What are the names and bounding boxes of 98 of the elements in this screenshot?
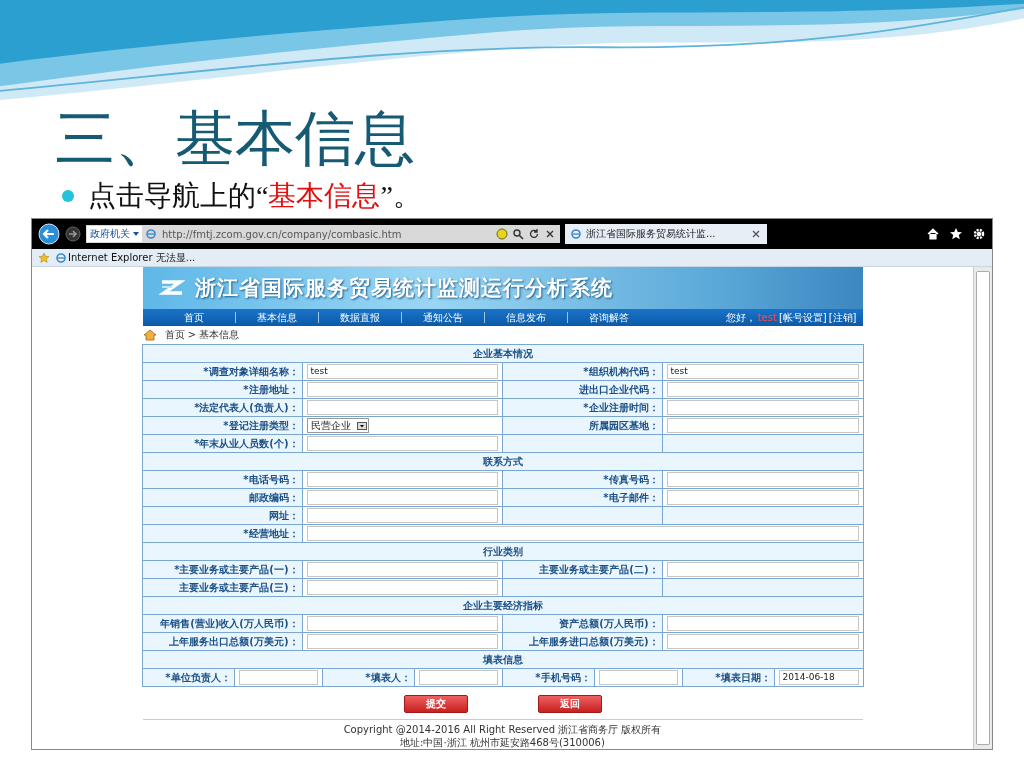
field-label: 进出口企业代码： xyxy=(502,381,663,398)
section-heading: 填表信息 xyxy=(142,651,863,669)
form-button[interactable]: 返回 xyxy=(537,695,602,713)
caret-icon xyxy=(133,232,139,236)
field-label: *手机号码： xyxy=(502,669,595,686)
input-field[interactable] xyxy=(306,634,498,649)
input-field[interactable] xyxy=(306,616,498,631)
field-label: 主要业务或主要产品(二)： xyxy=(502,561,663,578)
site-title: 浙江省国际服务贸易统计监测运行分析系统 xyxy=(194,275,613,302)
slide-title: 三、基本信息 xyxy=(54,102,415,175)
circle-icon[interactable] xyxy=(496,228,508,240)
breadcrumb: 首页 > 基本信息 xyxy=(164,328,240,342)
input-field[interactable] xyxy=(306,526,859,541)
input-field[interactable] xyxy=(666,382,859,397)
input-field[interactable] xyxy=(598,670,678,685)
field-label: *注册地址： xyxy=(142,381,303,398)
section-heading: 联系方式 xyxy=(142,453,863,471)
input-field[interactable]: test xyxy=(666,364,859,379)
refresh-icon[interactable] xyxy=(528,228,540,240)
field-label: *企业注册时间： xyxy=(502,399,663,416)
input-field[interactable] xyxy=(238,670,318,685)
nav-item[interactable]: 咨询解答 xyxy=(567,310,650,325)
browser-tab[interactable]: 浙江省国际服务贸易统计监... xyxy=(565,224,767,244)
field-label: *电子邮件： xyxy=(502,489,663,506)
e-icon xyxy=(146,229,156,239)
field-label: *主要业务或主要产品(一)： xyxy=(142,561,303,578)
nav-item[interactable]: 信息发布 xyxy=(484,310,567,325)
form-button[interactable]: 提交 xyxy=(403,695,468,713)
field-label: 上年服务出口总额(万美元)： xyxy=(142,633,303,650)
account-settings-link[interactable]: [帐号设置] xyxy=(778,310,827,325)
input-field[interactable]: 2014-06-18 xyxy=(778,670,859,685)
nav-item[interactable]: 数据直报 xyxy=(318,310,401,325)
username-text: test xyxy=(757,312,777,323)
field-label: *登记注册类型： xyxy=(142,417,303,434)
field-label: *年末从业人员数(个)： xyxy=(142,435,303,452)
field-label: 资产总额(万人民币)： xyxy=(502,615,663,632)
footer-text: Copyright @2014-2016 All Right Reserved 浙江省商务厅 版权所有 xyxy=(343,723,662,736)
caret-icon xyxy=(356,421,367,430)
input-field[interactable] xyxy=(666,634,859,649)
field-label: *电话号码： xyxy=(142,471,303,488)
close-icon[interactable] xyxy=(751,229,761,239)
field-label: *调查对象详细名称： xyxy=(142,363,303,380)
field-label: *经营地址： xyxy=(142,525,303,542)
bullet-icon xyxy=(62,190,74,202)
nav-item[interactable]: 基本信息 xyxy=(235,310,318,325)
url-text: http://fmtj.zcom.gov.cn/company/combasic.htm xyxy=(162,228,403,240)
star-icon[interactable] xyxy=(38,251,52,264)
input-field[interactable] xyxy=(666,562,859,577)
home-icon[interactable] xyxy=(926,227,940,241)
section-heading: 企业基本情况 xyxy=(142,345,863,363)
field-label: *填表日期： xyxy=(682,669,775,686)
house-icon xyxy=(142,329,157,341)
search-icon[interactable] xyxy=(512,228,524,240)
field-label: *单位负责人： xyxy=(142,669,235,686)
dropdown[interactable]: 民营企业 xyxy=(306,418,369,433)
field-label: *传真号码： xyxy=(502,471,663,488)
field-label: 年销售(营业)收入(万人民币)： xyxy=(142,615,303,632)
input-field[interactable] xyxy=(418,670,498,685)
field-label: *组织机构代码： xyxy=(502,363,663,380)
input-field[interactable] xyxy=(306,562,498,577)
field-label: 邮政编码： xyxy=(142,489,303,506)
address-scope-dropdown[interactable]: 政府机关 xyxy=(87,226,142,242)
field-label: 网址： xyxy=(142,507,303,524)
input-field[interactable]: test xyxy=(306,364,498,379)
input-field[interactable] xyxy=(666,472,859,487)
input-field[interactable] xyxy=(306,436,498,451)
settings-icon[interactable] xyxy=(972,227,986,241)
greeting-text: 您好， xyxy=(725,310,756,325)
scrollbar[interactable] xyxy=(973,267,992,749)
favorite-link[interactable]: Internet Explorer 无法显... xyxy=(56,250,196,265)
input-field[interactable] xyxy=(306,400,498,415)
e-icon xyxy=(571,229,581,239)
nav-item[interactable]: 首页 xyxy=(152,310,235,325)
field-label: *法定代表人(负责人)： xyxy=(142,399,303,416)
section-heading: 行业类别 xyxy=(142,543,863,561)
field-label: 主要业务或主要产品(三)： xyxy=(142,579,303,596)
field-label: 所属园区基地： xyxy=(502,417,663,434)
footer-text: 地址:中国·浙江 杭州市延安路468号(310006) xyxy=(400,736,605,749)
nav-item[interactable]: 通知公告 xyxy=(401,310,484,325)
input-field[interactable] xyxy=(666,400,859,415)
input-field[interactable] xyxy=(306,490,498,505)
input-field[interactable] xyxy=(306,382,498,397)
input-field[interactable] xyxy=(306,508,498,523)
close-icon[interactable] xyxy=(544,228,556,240)
star-icon[interactable] xyxy=(949,227,963,241)
input-field[interactable] xyxy=(666,490,859,505)
e-icon xyxy=(56,252,66,263)
field-label: *填表人： xyxy=(322,669,415,686)
logo-icon xyxy=(158,278,185,298)
address-bar[interactable]: 政府机关 http://fmtj.zcom.gov.cn/company/combasic.htm xyxy=(86,225,560,243)
section-heading: 企业主要经济指标 xyxy=(142,597,863,615)
bullet-text: 点击导航上的“基本信息”。 xyxy=(88,179,421,213)
logout-link[interactable]: [注销] xyxy=(828,310,857,325)
input-field[interactable] xyxy=(306,580,498,595)
input-field[interactable] xyxy=(666,418,859,433)
input-field[interactable] xyxy=(666,616,859,631)
field-label: 上年服务进口总额(万美元)： xyxy=(502,633,663,650)
input-field[interactable] xyxy=(306,472,498,487)
